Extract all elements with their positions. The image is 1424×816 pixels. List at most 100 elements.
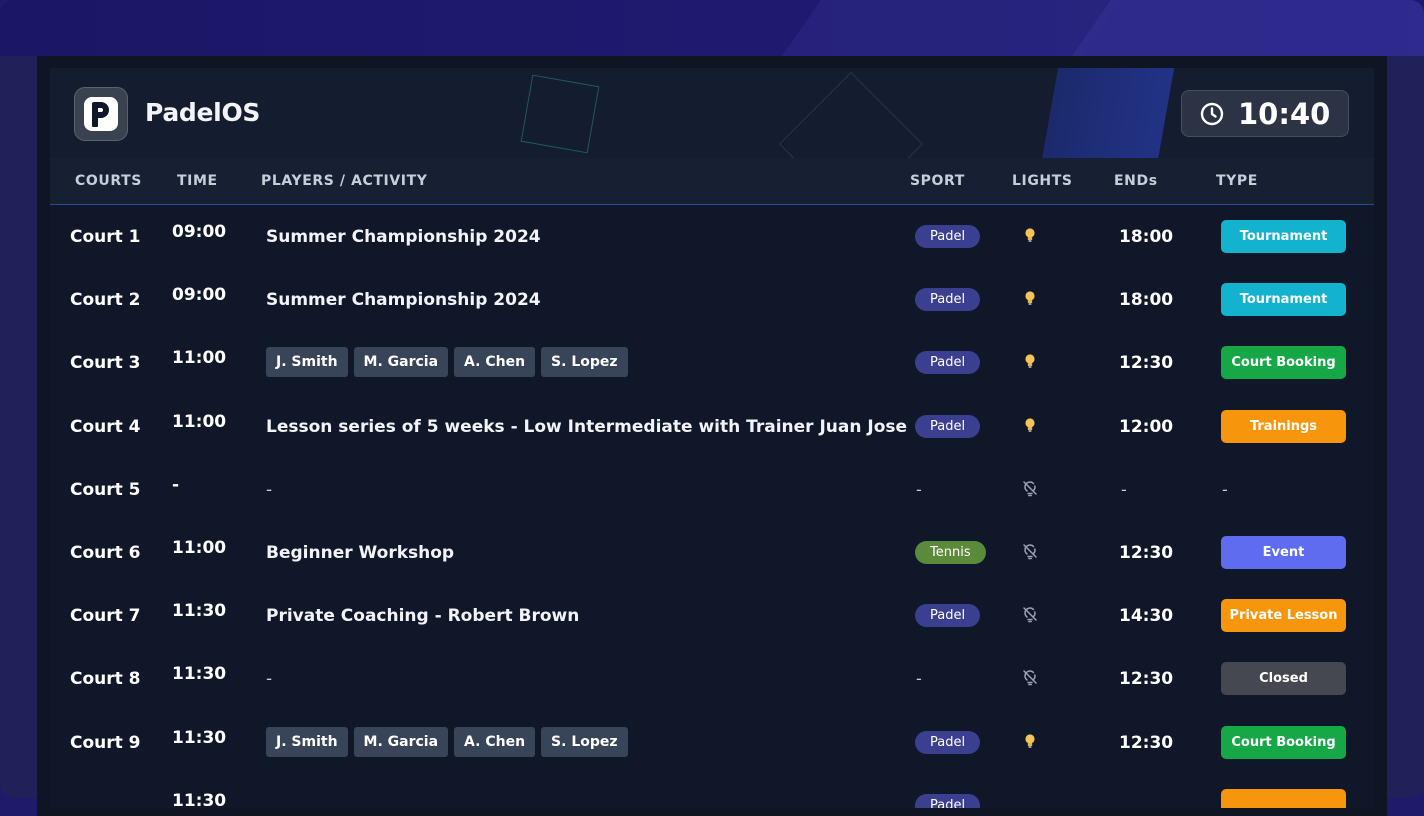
start-time: 09:00 [172, 222, 227, 242]
sport-label: Padel [915, 351, 981, 375]
column-header-type: TYPE [1216, 173, 1258, 189]
sport-badge: Padel [915, 604, 981, 628]
start-time: 11:00 [172, 348, 227, 369]
table-row[interactable]: Court 3 11:00 J. Smith M. Garcia A. Chen S. L… [50, 331, 1374, 394]
sport-badge: Padel [915, 351, 981, 375]
sport-label: Padel [915, 793, 981, 808]
end-time: 18:00 [1119, 227, 1174, 247]
court-name: Court 9 [70, 732, 141, 753]
table-row[interactable]: Court 8 11:30 - - 12:30 Closed [50, 647, 1374, 710]
sport-badge: Padel [915, 730, 981, 754]
player-chip: M. Garcia [353, 347, 449, 378]
column-header-time: TIME [177, 173, 218, 189]
type-empty: - [1222, 479, 1228, 499]
decorative-diamond [778, 71, 924, 158]
light-bulb-off-icon [1020, 667, 1040, 687]
end-time: 14:30 [1119, 606, 1174, 627]
court-name: Court 2 [70, 290, 141, 311]
column-header-activity: PLAYERS / ACTIVITY [261, 173, 428, 189]
court-name: Court 1 [70, 227, 141, 247]
clock-display: 10:40 [1181, 90, 1349, 137]
sport-badge: Tennis [915, 541, 986, 564]
sport-label: Padel [915, 730, 981, 754]
start-time: 09:00 [172, 285, 227, 306]
clock-icon [1200, 102, 1224, 125]
start-time: 11:30 [172, 727, 227, 748]
table-row[interactable]: Court 5 - - - - - [50, 458, 1374, 521]
light-bulb-off-icon [1020, 604, 1040, 624]
activity-title: Summer Championship 2024 [266, 227, 541, 247]
end-time-empty: - [1121, 479, 1127, 499]
light-bulb-on-icon [1020, 225, 1040, 245]
end-time: 12:30 [1119, 353, 1174, 374]
end-time: 12:30 [1119, 732, 1174, 753]
end-time: 18:00 [1119, 290, 1174, 311]
sport-badge: Padel [915, 288, 981, 312]
background-band [1068, 0, 1424, 60]
sport-label: Padel [915, 225, 981, 248]
type-badge: Tournament [1221, 283, 1346, 317]
court-name: Court 5 [70, 479, 141, 500]
type-badge: Closed [1221, 662, 1346, 696]
light-bulb-off-icon [1020, 541, 1040, 561]
app-logo [74, 87, 128, 141]
court-name: Court 7 [70, 606, 141, 627]
table-row[interactable]: 11:30 Padel [50, 774, 1374, 808]
court-name: Court 6 [70, 543, 141, 563]
light-bulb-on-icon [1020, 288, 1040, 308]
player-list: J. Smith M. Garcia A. Chen S. Lopez [266, 347, 628, 378]
type-badge: Court Booking [1221, 725, 1346, 759]
activity-title: Lesson series of 5 weeks - Low Intermedi… [266, 416, 908, 437]
end-time: 12:30 [1119, 669, 1174, 690]
activity-title: Summer Championship 2024 [266, 290, 541, 311]
sport-label: Padel [915, 414, 981, 438]
player-chip: S. Lopez [541, 726, 628, 757]
table-row[interactable]: Court 7 11:30 Private Coaching - Robert Br… [50, 584, 1374, 647]
player-chip: J. Smith [266, 347, 348, 378]
light-bulb-on-icon [1020, 415, 1040, 435]
table-row[interactable]: Court 1 09:00 Summer Championship 2024 Pade… [50, 205, 1374, 268]
table-header: COURTS TIME PLAYERS / ACTIVITY SPORT LIG… [50, 158, 1374, 205]
sport-badge: Padel [915, 793, 981, 808]
type-badge: Tournament [1221, 220, 1346, 253]
sport-badge: Padel [915, 414, 981, 438]
app-name: PadelOS [145, 98, 261, 127]
logo-p-icon [92, 102, 109, 127]
start-time: 11:00 [172, 411, 227, 432]
player-chip: J. Smith [266, 726, 348, 757]
start-time: 11:30 [172, 790, 227, 808]
court-schedule-screen: PadelOS 10:40 COURTS TIME PLAYERS / ACTI… [50, 68, 1374, 808]
start-time: 11:30 [172, 601, 227, 622]
decorative-stripe [1041, 68, 1175, 158]
type-badge: Event [1221, 536, 1346, 569]
column-header-sport: SPORT [910, 173, 965, 189]
logo-mark [84, 97, 118, 131]
activity-title: Beginner Workshop [266, 543, 455, 563]
column-header-lights: LIGHTS [1012, 173, 1073, 189]
clock-time: 10:40 [1238, 96, 1331, 131]
player-list: J. Smith M. Garcia A. Chen S. Lopez [266, 726, 628, 757]
sport-badge: Padel [915, 225, 981, 248]
activity-title: Private Coaching - Robert Brown [266, 606, 580, 627]
table-row[interactable]: Court 9 11:30 J. Smith M. Garcia A. Chen S. L… [50, 711, 1374, 774]
player-chip: A. Chen [454, 347, 536, 378]
end-time: 12:30 [1119, 543, 1174, 563]
court-name: Court 8 [70, 669, 141, 690]
column-header-courts: COURTS [75, 173, 142, 189]
light-bulb-on-icon [1020, 351, 1040, 371]
table-row[interactable]: Court 2 09:00 Summer Championship 2024 Pade… [50, 268, 1374, 331]
start-time: 11:00 [172, 538, 227, 558]
end-time: 12:00 [1119, 416, 1174, 437]
activity-title: - [266, 479, 273, 500]
table-row[interactable]: Court 6 11:00 Beginner Workshop Tennis 12:30… [50, 521, 1374, 584]
player-chip: M. Garcia [353, 726, 449, 757]
light-bulb-on-icon [1020, 731, 1040, 751]
sport-empty: - [916, 669, 922, 689]
app-header: PadelOS 10:40 [50, 68, 1374, 158]
type-badge: Trainings [1221, 409, 1346, 443]
start-time: - [172, 474, 180, 495]
light-bulb-off-icon [1020, 478, 1040, 498]
table-row[interactable]: Court 4 11:00 Lesson series of 5 weeks - L… [50, 395, 1374, 458]
court-name: Court 4 [70, 416, 141, 437]
sport-label: Padel [915, 288, 981, 312]
